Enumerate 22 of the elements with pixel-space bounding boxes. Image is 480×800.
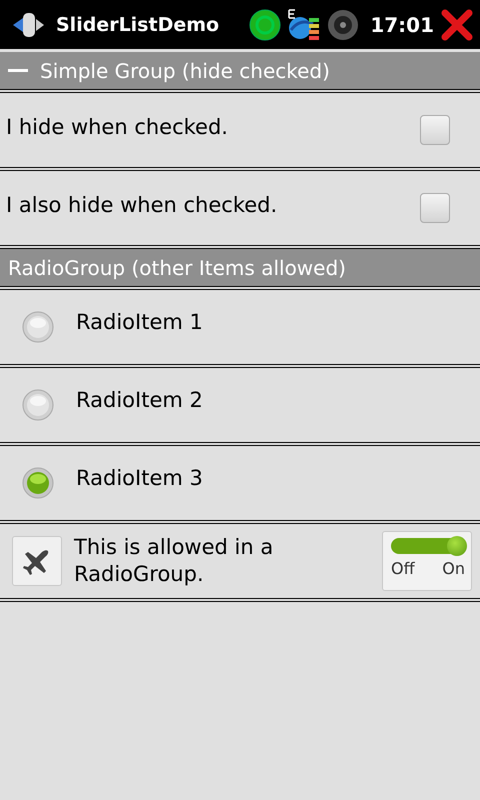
group-header[interactable]: RadioGroup (other Items allowed) — [0, 249, 480, 287]
network-signal-icon[interactable] — [287, 8, 322, 42]
item-label: This is allowed in a RadioGroup. — [74, 534, 274, 588]
item-label: I also hide when checked. — [5, 193, 278, 217]
off-label: Off — [391, 559, 415, 578]
checkbox[interactable] — [420, 193, 450, 223]
radio-button[interactable] — [22, 389, 54, 421]
on-label: On — [442, 559, 465, 578]
item-label: I hide when checked. — [5, 115, 229, 139]
app-title: SliderListDemo — [56, 14, 220, 36]
group-header[interactable]: Simple Group (hide checked) — [0, 52, 480, 90]
radio-button[interactable] — [22, 311, 54, 343]
clock-time: 17:01 — [370, 12, 434, 36]
item-label: RadioItem 3 — [76, 466, 204, 490]
checkbox[interactable] — [420, 115, 450, 145]
sync-icon[interactable] — [249, 8, 282, 40]
toggle-switch[interactable]: Off On — [382, 531, 472, 591]
radio-button[interactable] — [22, 467, 54, 499]
close-icon[interactable] — [441, 8, 473, 40]
airplane-icon — [12, 536, 62, 586]
item-label: RadioItem 1 — [76, 310, 204, 334]
item-label: RadioItem 2 — [76, 388, 204, 412]
